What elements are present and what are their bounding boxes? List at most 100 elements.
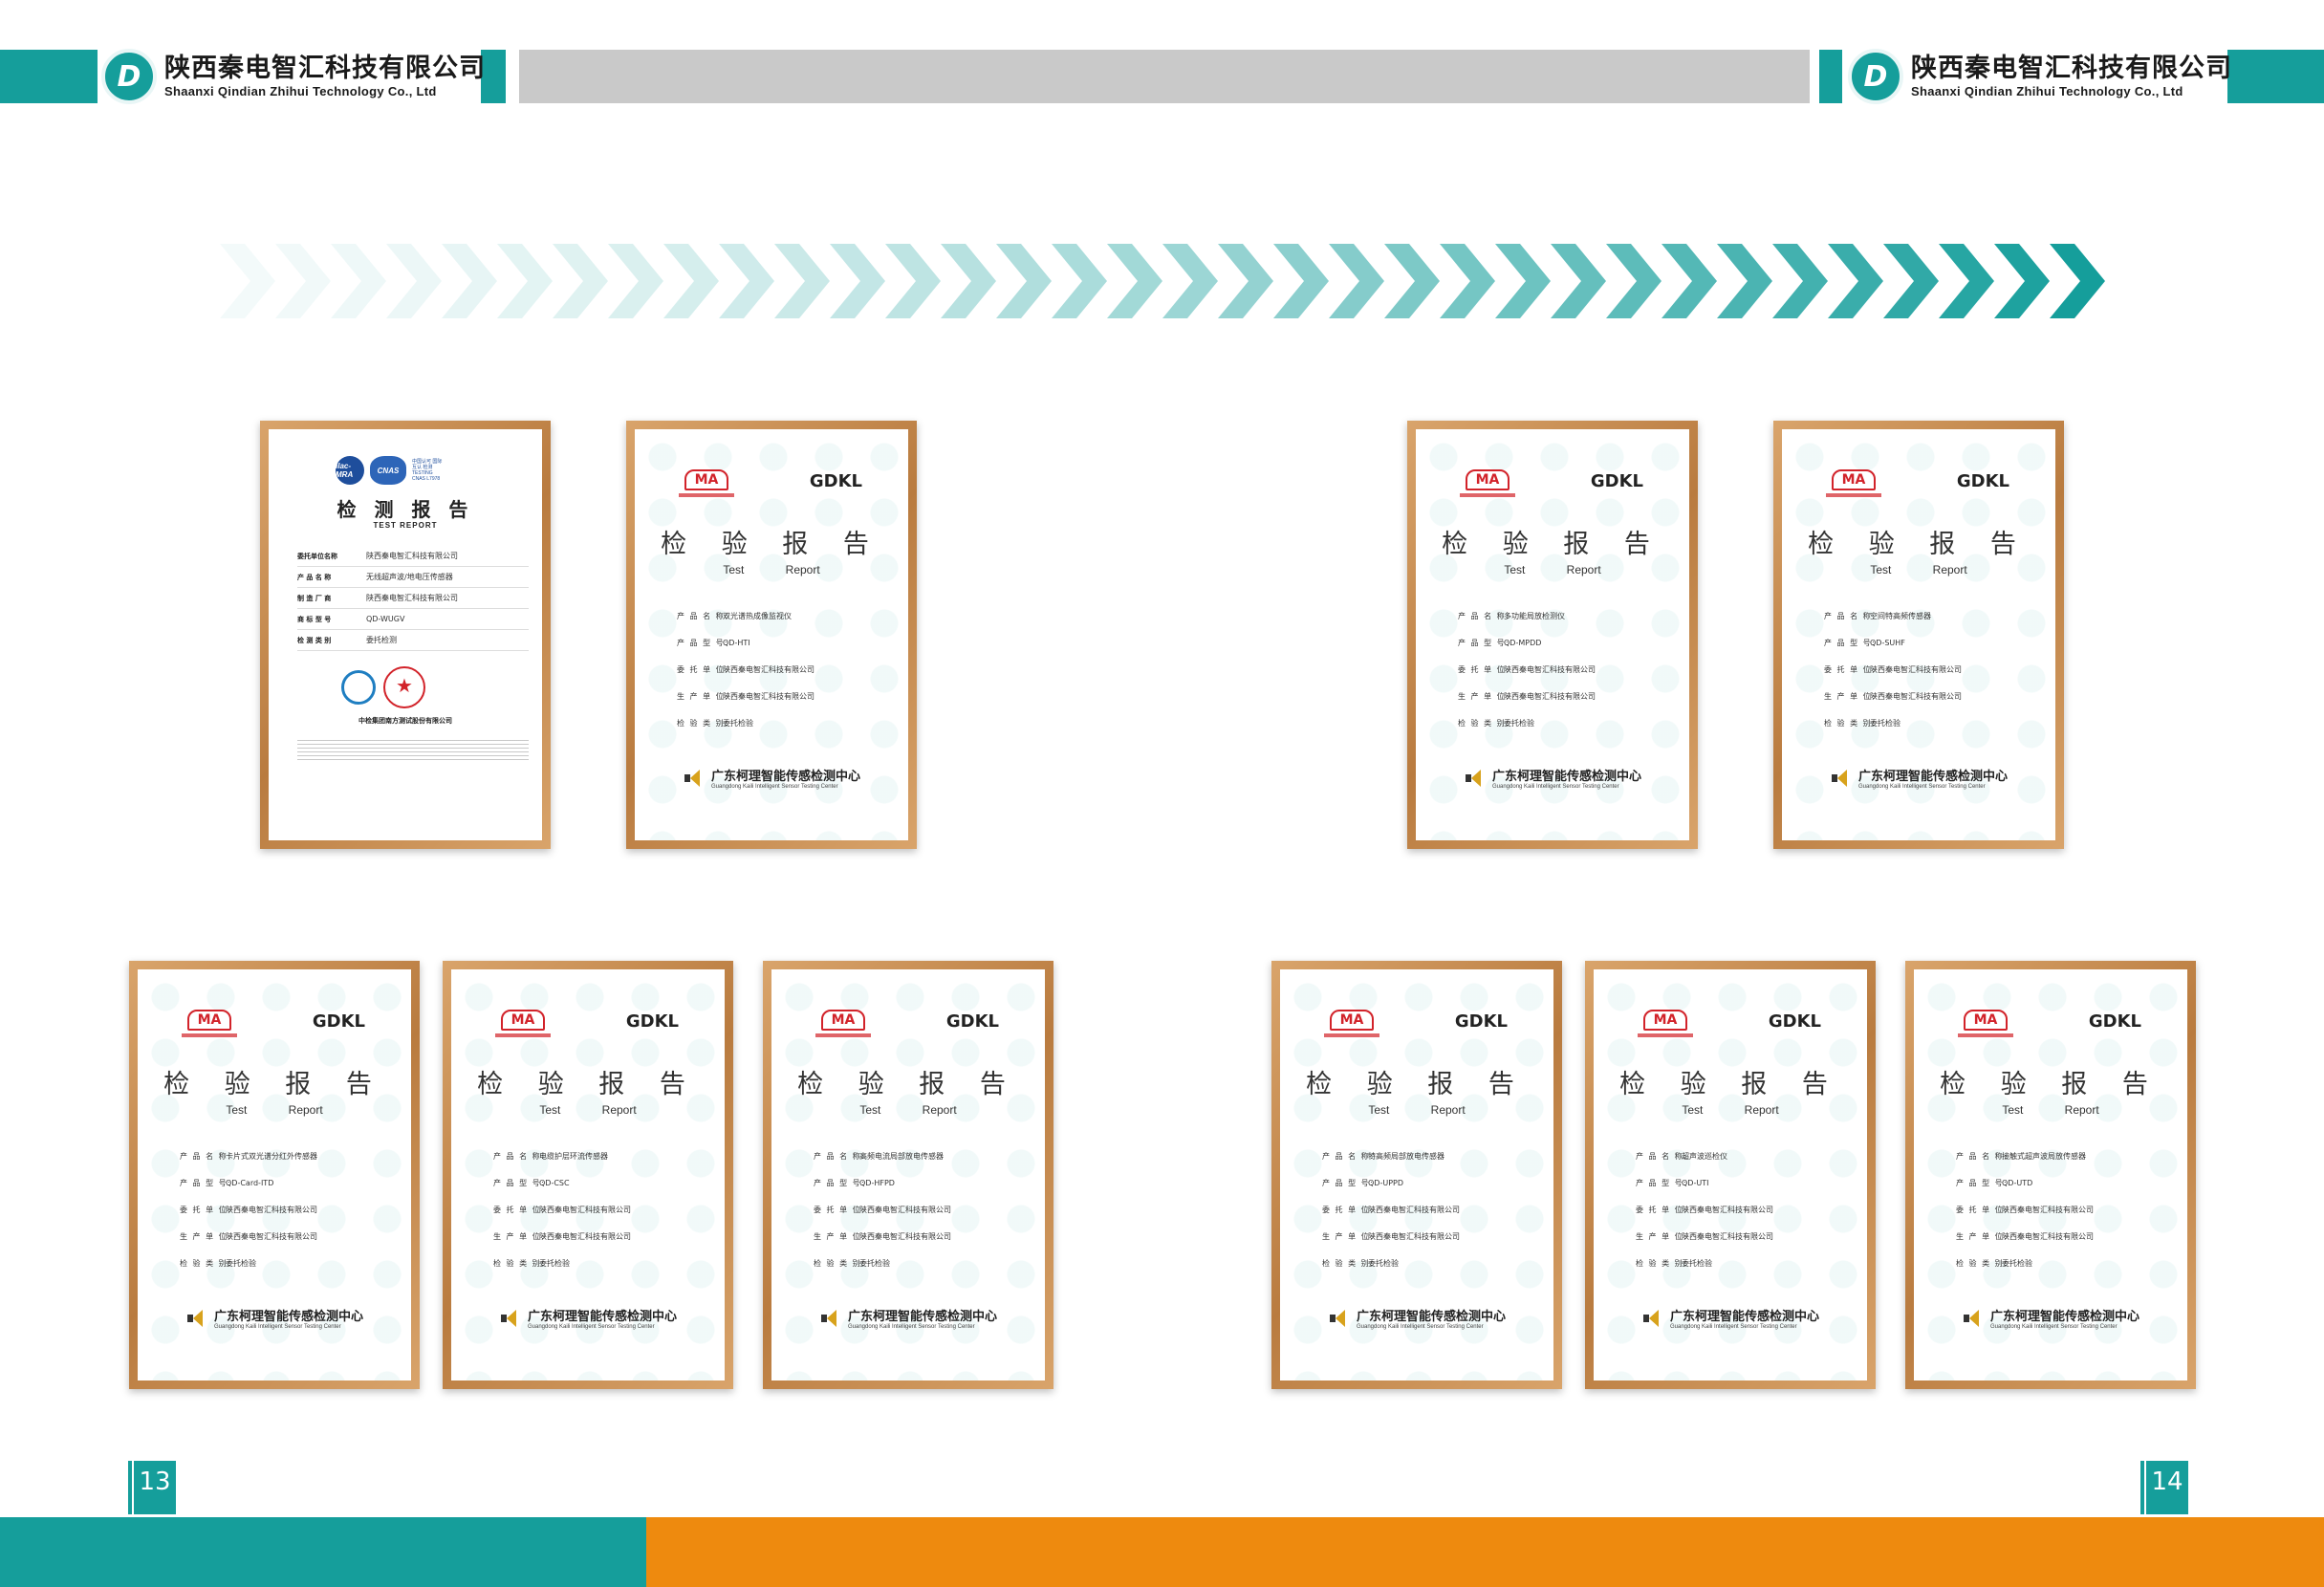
chevron-arrow-icon: [1606, 244, 1662, 318]
report-fields: 产 品 名 称:超声波巡检仪产 品 型 号:QD-UTI 委 托 单 位:陕西秦电…: [1636, 1151, 1848, 1285]
report-field-value: 陕西秦电智汇科技有限公司: [723, 665, 814, 674]
report-field-row: 产 品 名 称:高频电流局部放电传感器: [814, 1151, 1026, 1178]
report-field-label: 检 验 类 别:: [1458, 719, 1510, 728]
report-field-row: 检 验 类 别:委托检验: [1636, 1258, 1848, 1285]
report-fields: 委托单位名称 陕西秦电智汇科技有限公司 产 品 名 称无线超声波/地电压传感器 制…: [297, 546, 529, 651]
report-field-label: 产 品 名 称:: [1322, 1152, 1375, 1161]
report-field-row: 产 品 型 号:QD-Card-ITD: [180, 1178, 392, 1205]
report-subtitle: Test Report: [2002, 1103, 2099, 1117]
report-subtitle: Test Report: [1870, 563, 1967, 576]
report-field-value: 陕西秦电智汇科技有限公司: [539, 1232, 631, 1241]
report-field-value: 多功能局放检测仪: [1504, 612, 1565, 620]
header-gray-bar: [519, 50, 1810, 103]
report-field-value: 陕西秦电智汇科技有限公司: [2002, 1232, 2094, 1241]
footer-orange-bar: [646, 1517, 2324, 1587]
report-field-label: 产 品 型 号:: [1636, 1179, 1688, 1187]
report-field-row: 委 托 单 位:陕西秦电智汇科技有限公司: [1458, 664, 1670, 691]
chevron-arrow-icon: [1107, 244, 1162, 318]
cma-number-bar: [1324, 1033, 1379, 1037]
report-field-value: 陕西秦电智汇科技有限公司: [1368, 1232, 1460, 1241]
certificate-sheet: MA GDKL 检 验 报 告 Test Report 产 品 名 称:特高频局部放电传…: [1280, 969, 1553, 1380]
report-field-row: 产 品 型 号:QD-SUHF: [1824, 638, 2036, 664]
cma-number-bar: [182, 1033, 237, 1037]
report-field-label: 委 托 单 位:: [814, 1206, 866, 1214]
testing-center-logo-icon: [1832, 768, 1853, 789]
report-fields: 产 品 名 称:双光谱热成像监视仪产 品 型 号:QD-HTI 委 托 单 位:陕…: [677, 611, 889, 745]
cma-mark-icon: MA: [684, 469, 728, 490]
report-code: GDKL: [945, 1011, 999, 1032]
report-title: 检 验 报 告: [1940, 1070, 2161, 1099]
certificate-frame: MA GDKL 检 验 报 告 Test Report 产 品 名 称:高频电流局部放电…: [763, 961, 1053, 1389]
chevron-arrow-icon: [1273, 244, 1329, 318]
report-fields: 产 品 名 称:卡片式双光谱分红外传感器产 品 型 号:QD-Card-ITD 委…: [180, 1151, 392, 1285]
testing-center-name-en: Guangdong Kaili Intelligent Sensor Testi…: [528, 1324, 655, 1330]
company-name-en: Shaanxi Qindian Zhihui Technology Co., L…: [164, 84, 437, 98]
certificate-sheet: MA GDKL 检 验 报 告 Test Report 产 品 名 称:卡片式双光谱分红…: [138, 969, 411, 1380]
report-field-row: 制 造 厂 商陕西秦电智汇科技有限公司: [297, 588, 529, 609]
report-field-label: 委 托 单 位:: [1636, 1206, 1688, 1214]
report-field-row: 产 品 型 号:QD-HFPD: [814, 1178, 1026, 1205]
testing-center-logo-icon: [1643, 1308, 1664, 1329]
report-field-row: 委 托 单 位:陕西秦电智汇科技有限公司: [1824, 664, 2036, 691]
report-field-label: 检 验 类 别:: [1636, 1259, 1688, 1268]
certificate-frame: MA GDKL 检 验 报 告 Test Report 产 品 名 称:多功能局放检测仪…: [1407, 421, 1698, 849]
testing-center-logo-icon: [684, 768, 706, 789]
testing-center-name-en: Guangdong Kaili Intelligent Sensor Testi…: [1492, 784, 1619, 790]
testing-organization: 中检集团南方测试股份有限公司: [358, 718, 452, 725]
report-field-value: 陕西秦电智汇科技有限公司: [723, 692, 814, 701]
chevron-arrow-banner: [220, 244, 2105, 318]
chevron-arrow-icon: [608, 244, 663, 318]
chevron-arrow-icon: [1994, 244, 2050, 318]
chevron-arrow-icon: [220, 244, 275, 318]
report-field-row: 检 测 类 别委托检测: [297, 630, 529, 651]
report-field-row: 生 产 单 位:陕西秦电智汇科技有限公司: [180, 1231, 392, 1258]
red-seal-icon: [383, 666, 425, 708]
report-field-label: 检 验 类 别:: [1824, 719, 1877, 728]
report-field-value: 卡片式双光谱分红外传感器: [226, 1152, 317, 1161]
report-field-value: 委托检验: [723, 719, 753, 728]
report-field-value: 接触式超声波局放传感器: [2002, 1152, 2086, 1161]
report-field-value: 超声波巡检仪: [1682, 1152, 1727, 1161]
report-field-value: 陕西秦电智汇科技有限公司: [1504, 692, 1596, 701]
cnas-note: 中国认可 国际互认 检测 TESTING CNAS L7978: [412, 459, 443, 482]
report-field-label: 生 产 单 位:: [1322, 1232, 1375, 1241]
testing-center-name-cn: 广东柯理智能传感检测中心: [1492, 770, 1642, 784]
report-field-label: 产 品 名 称:: [1956, 1152, 2009, 1161]
cma-number-bar: [495, 1033, 551, 1037]
testing-center-name-en: Guangdong Kaili Intelligent Sensor Testi…: [1670, 1324, 1797, 1330]
report-field-label: 检 验 类 别:: [1956, 1259, 2009, 1268]
report-field-row: 生 产 单 位:陕西秦电智汇科技有限公司: [814, 1231, 1026, 1258]
testing-center-name-cn: 广东柯理智能传感检测中心: [1858, 770, 2009, 784]
report-field-row: 产 品 名 称:超声波巡检仪: [1636, 1151, 1848, 1178]
testing-center-logo-icon: [1964, 1308, 1985, 1329]
testing-center: 广东柯理智能传感检测中心 Guangdong Kaili Intelligent …: [1832, 766, 2008, 790]
report-field-row: 委 托 单 位:陕西秦电智汇科技有限公司: [677, 664, 889, 691]
report-subtitle: Test Report: [1368, 1103, 1466, 1117]
qindian-logo-icon: D: [101, 49, 157, 104]
report-field-row: 委 托 单 位:陕西秦电智汇科技有限公司: [1956, 1205, 2168, 1231]
header-teal-block-right: [1819, 50, 1842, 103]
report-subtitle: Test Report: [539, 1103, 637, 1117]
report-field-value: 委托检验: [2002, 1259, 2032, 1268]
report-title: 检 验 报 告: [163, 1070, 385, 1099]
report-field-label: 产 品 型 号:: [1322, 1179, 1375, 1187]
chevron-arrow-icon: [885, 244, 941, 318]
report-field-row: 产 品 型 号:QD-HTI: [677, 638, 889, 664]
testing-center-logo-icon: [1466, 768, 1487, 789]
report-field-value: 委托检验: [859, 1259, 890, 1268]
report-field-label: 产 品 型 号:: [1824, 639, 1877, 647]
report-code: GDKL: [312, 1011, 365, 1032]
cma-number-bar: [1638, 1033, 1693, 1037]
certificate-sheet: MA GDKL 检 验 报 告 Test Report 产 品 名 称:双光谱热成像监视…: [635, 429, 908, 840]
report-field-value: 委托检验: [1504, 719, 1534, 728]
header-teal-bar-right: [2227, 50, 2324, 103]
testing-center-name-en: Guangdong Kaili Intelligent Sensor Testi…: [848, 1324, 975, 1330]
report-code: GDKL: [1956, 471, 2009, 491]
report-field-row: 产 品 名 称无线超声波/地电压传感器: [297, 567, 529, 588]
report-field-value: 委托检验: [539, 1259, 570, 1268]
report-field-row: 检 验 类 别:委托检验: [1956, 1258, 2168, 1285]
chevron-arrow-icon: [830, 244, 885, 318]
chevron-arrow-icon: [553, 244, 608, 318]
report-field-value: 电缆护层环流传感器: [539, 1152, 608, 1161]
certificate-sheet: MA GDKL 检 验 报 告 Test Report 产 品 名 称:空间特高频传感器…: [1782, 429, 2055, 840]
